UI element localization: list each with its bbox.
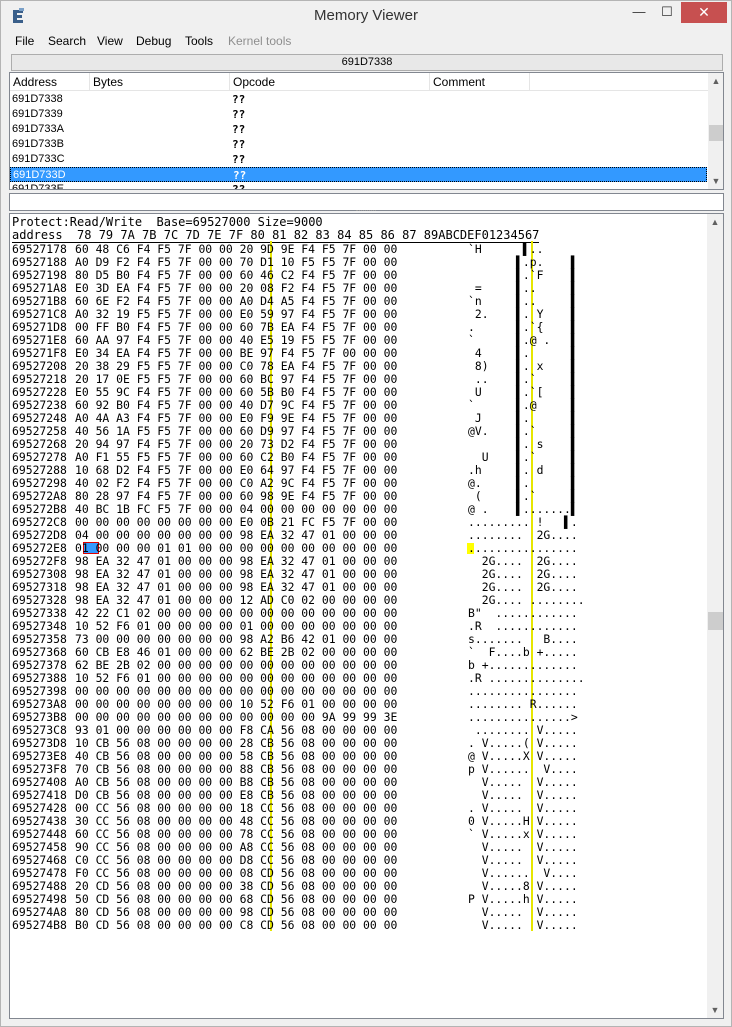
scroll-up-icon[interactable]: ▲	[708, 73, 723, 89]
scroll-down-icon[interactable]: ▼	[708, 173, 723, 189]
disasm-address: 691D733A	[12, 123, 64, 135]
disasm-row[interactable]: 691D733A??	[10, 122, 707, 137]
disasm-row[interactable]: 691D7339??	[10, 107, 707, 122]
disassembler-scrollbar[interactable]: ▲ ▼	[708, 73, 723, 189]
menu-bar: File Search View Debug Tools Kernel tool…	[1, 32, 731, 52]
menu-file[interactable]: File	[15, 34, 34, 48]
disasm-row[interactable]: 691D733B??	[10, 137, 707, 152]
memory-viewer-window: Memory Viewer — ☐ ✕ File Search View Deb…	[0, 0, 732, 1027]
disasm-address: 691D733B	[12, 138, 64, 150]
col-bytes[interactable]: Bytes	[93, 75, 123, 89]
close-button[interactable]: ✕	[681, 2, 727, 23]
disasm-opcode: ??	[232, 123, 246, 136]
disasm-row[interactable]: 691D733E??	[10, 182, 707, 190]
menu-kernel-tools: Kernel tools	[228, 34, 292, 48]
disasm-address: 691D7338	[12, 93, 63, 105]
disasm-opcode: ??	[232, 108, 246, 121]
col-address[interactable]: Address	[13, 75, 57, 89]
disassembler-hscroll[interactable]	[9, 193, 724, 211]
disassembler-address-bar[interactable]: 691D7338	[11, 54, 723, 71]
col-comment[interactable]: Comment	[433, 75, 485, 89]
title-bar[interactable]: Memory Viewer — ☐ ✕	[1, 1, 731, 31]
disasm-opcode: ??	[232, 153, 246, 166]
menu-debug[interactable]: Debug	[136, 34, 171, 48]
scroll-down-icon[interactable]: ▼	[707, 1002, 723, 1018]
hex-header: address 78 79 7A 7B 7C 7D 7E 7F 80 81 82…	[12, 228, 540, 243]
minimize-button[interactable]: —	[625, 2, 653, 23]
hex-row-address: 695274B8	[12, 918, 67, 932]
menu-view[interactable]: View	[97, 34, 123, 48]
disasm-row[interactable]: 691D733C??	[10, 152, 707, 167]
disassembler-view[interactable]: Address Bytes Opcode Comment 691D7338?? …	[9, 72, 724, 190]
window-title: Memory Viewer	[314, 7, 418, 24]
hex-row-bytes[interactable]: B0 CD 56 08 00 00 00 00 C8 CD 56 08 00 0…	[75, 919, 397, 932]
menu-tools[interactable]: Tools	[185, 34, 213, 48]
hex-view[interactable]: Protect:Read/Write Base=69527000 Size=90…	[9, 213, 724, 1019]
hex-row-ascii[interactable]: V..... V.....	[468, 919, 578, 932]
disasm-address: 691D7339	[12, 108, 63, 120]
maximize-button[interactable]: ☐	[653, 2, 681, 23]
disasm-address: 691D733C	[12, 153, 65, 165]
disasm-opcode: ??	[233, 169, 247, 182]
scroll-thumb[interactable]	[708, 612, 723, 630]
hex-scrollbar[interactable]: ▲ ▼	[707, 214, 723, 1018]
scroll-thumb[interactable]	[709, 125, 723, 141]
disasm-opcode: ??	[232, 138, 246, 151]
disassembler-header: Address Bytes Opcode Comment	[10, 73, 708, 91]
disasm-opcode: ??	[232, 183, 246, 190]
disasm-row-selected[interactable]: 691D733D??	[10, 167, 707, 182]
disasm-row[interactable]: 691D7338??	[10, 92, 707, 107]
disasm-opcode: ??	[232, 93, 246, 106]
scroll-up-icon[interactable]: ▲	[707, 214, 723, 230]
menu-search[interactable]: Search	[48, 34, 86, 48]
disasm-address: 691D733E	[12, 183, 64, 190]
col-opcode[interactable]: Opcode	[233, 75, 275, 89]
protect-info: Protect:Read/Write Base=69527000 Size=90…	[12, 215, 323, 229]
disasm-address: 691D733D	[13, 169, 66, 181]
